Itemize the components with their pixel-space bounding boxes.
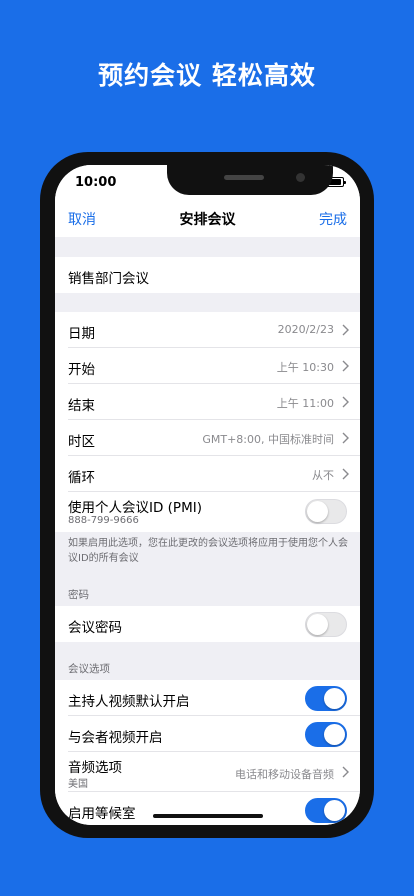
- status-time: 10:00: [75, 175, 117, 190]
- home-indicator: [153, 814, 263, 818]
- chevron-right-icon: [342, 432, 349, 444]
- pmi-toggle[interactable]: [305, 499, 347, 524]
- row-audio[interactable]: 音频选项 美国 电话和移动设备音频: [55, 752, 360, 792]
- row-end-label: 结束: [68, 398, 95, 414]
- chevron-right-icon: [342, 766, 349, 778]
- host-video-toggle[interactable]: [305, 686, 347, 711]
- row-start[interactable]: 开始 上午 10:30: [55, 348, 360, 384]
- chevron-right-icon: [342, 324, 349, 336]
- row-audio-value: 电话和移动设备音频: [235, 768, 334, 781]
- topic-field[interactable]: 销售部门会议: [55, 257, 360, 293]
- row-pmi-id: 888-799-9666: [68, 515, 139, 526]
- toggle-knob: [307, 501, 328, 522]
- row-repeat[interactable]: 循环 从不: [55, 456, 360, 492]
- phone-screen: 10:00 取消 安排会议 完成 销售部门会议 日期 2020/2/23 开始 …: [55, 165, 360, 825]
- password-toggle[interactable]: [305, 612, 347, 637]
- row-repeat-label: 循环: [68, 470, 95, 486]
- camera: [296, 173, 305, 182]
- row-host-video-label: 主持人视频默认开启: [68, 694, 190, 710]
- nav-title: 安排会议: [179, 212, 236, 228]
- chevron-right-icon: [342, 396, 349, 408]
- row-password: 会议密码: [55, 606, 360, 642]
- row-audio-label: 音频选项: [68, 760, 122, 776]
- done-button[interactable]: 完成: [319, 209, 347, 229]
- notch: [167, 165, 333, 195]
- row-audio-sub: 美国: [68, 779, 88, 790]
- toggle-knob: [307, 614, 328, 635]
- row-start-label: 开始: [68, 362, 95, 378]
- row-start-value: 上午 10:30: [276, 361, 334, 374]
- chevron-right-icon: [342, 468, 349, 480]
- topic-text: 销售部门会议: [68, 271, 149, 287]
- row-timezone-value: GMT+8:00, 中国标准时间: [202, 433, 334, 446]
- row-pmi-label: 使用个人会议ID (PMI): [68, 500, 202, 516]
- row-repeat-value: 从不: [312, 469, 334, 482]
- pmi-note: 如果启用此选项，您在此更改的会议选项将应用于使用您个人会议ID的所有会议: [68, 538, 348, 564]
- row-waiting-room-label: 启用等候室: [68, 806, 136, 822]
- row-timezone[interactable]: 时区 GMT+8:00, 中国标准时间: [55, 420, 360, 456]
- row-pmi: 使用个人会议ID (PMI) 888-799-9666: [55, 492, 360, 532]
- row-host-video: 主持人视频默认开启: [55, 680, 360, 716]
- nav-bar: 取消 安排会议 完成: [55, 199, 360, 237]
- row-timezone-label: 时区: [68, 434, 95, 450]
- row-participant-video-label: 与会者视频开启: [68, 730, 163, 746]
- toggle-knob: [324, 724, 345, 745]
- row-date-value: 2020/2/23: [277, 323, 334, 336]
- row-participant-video: 与会者视频开启: [55, 716, 360, 752]
- participant-video-toggle[interactable]: [305, 722, 347, 747]
- row-password-label: 会议密码: [68, 620, 122, 636]
- row-end[interactable]: 结束 上午 11:00: [55, 384, 360, 420]
- options-section-header: 会议选项: [68, 663, 110, 675]
- row-end-value: 上午 11:00: [276, 397, 334, 410]
- waiting-room-toggle[interactable]: [305, 798, 347, 823]
- promo-headline: 预约会议 轻松高效: [98, 61, 316, 90]
- password-section-header: 密码: [68, 589, 89, 601]
- row-waiting-room: 启用等候室: [55, 792, 360, 825]
- row-date-label: 日期: [68, 326, 95, 342]
- speaker: [224, 175, 264, 180]
- toggle-knob: [324, 688, 345, 709]
- chevron-right-icon: [342, 360, 349, 372]
- row-date[interactable]: 日期 2020/2/23: [55, 312, 360, 348]
- toggle-knob: [324, 800, 345, 821]
